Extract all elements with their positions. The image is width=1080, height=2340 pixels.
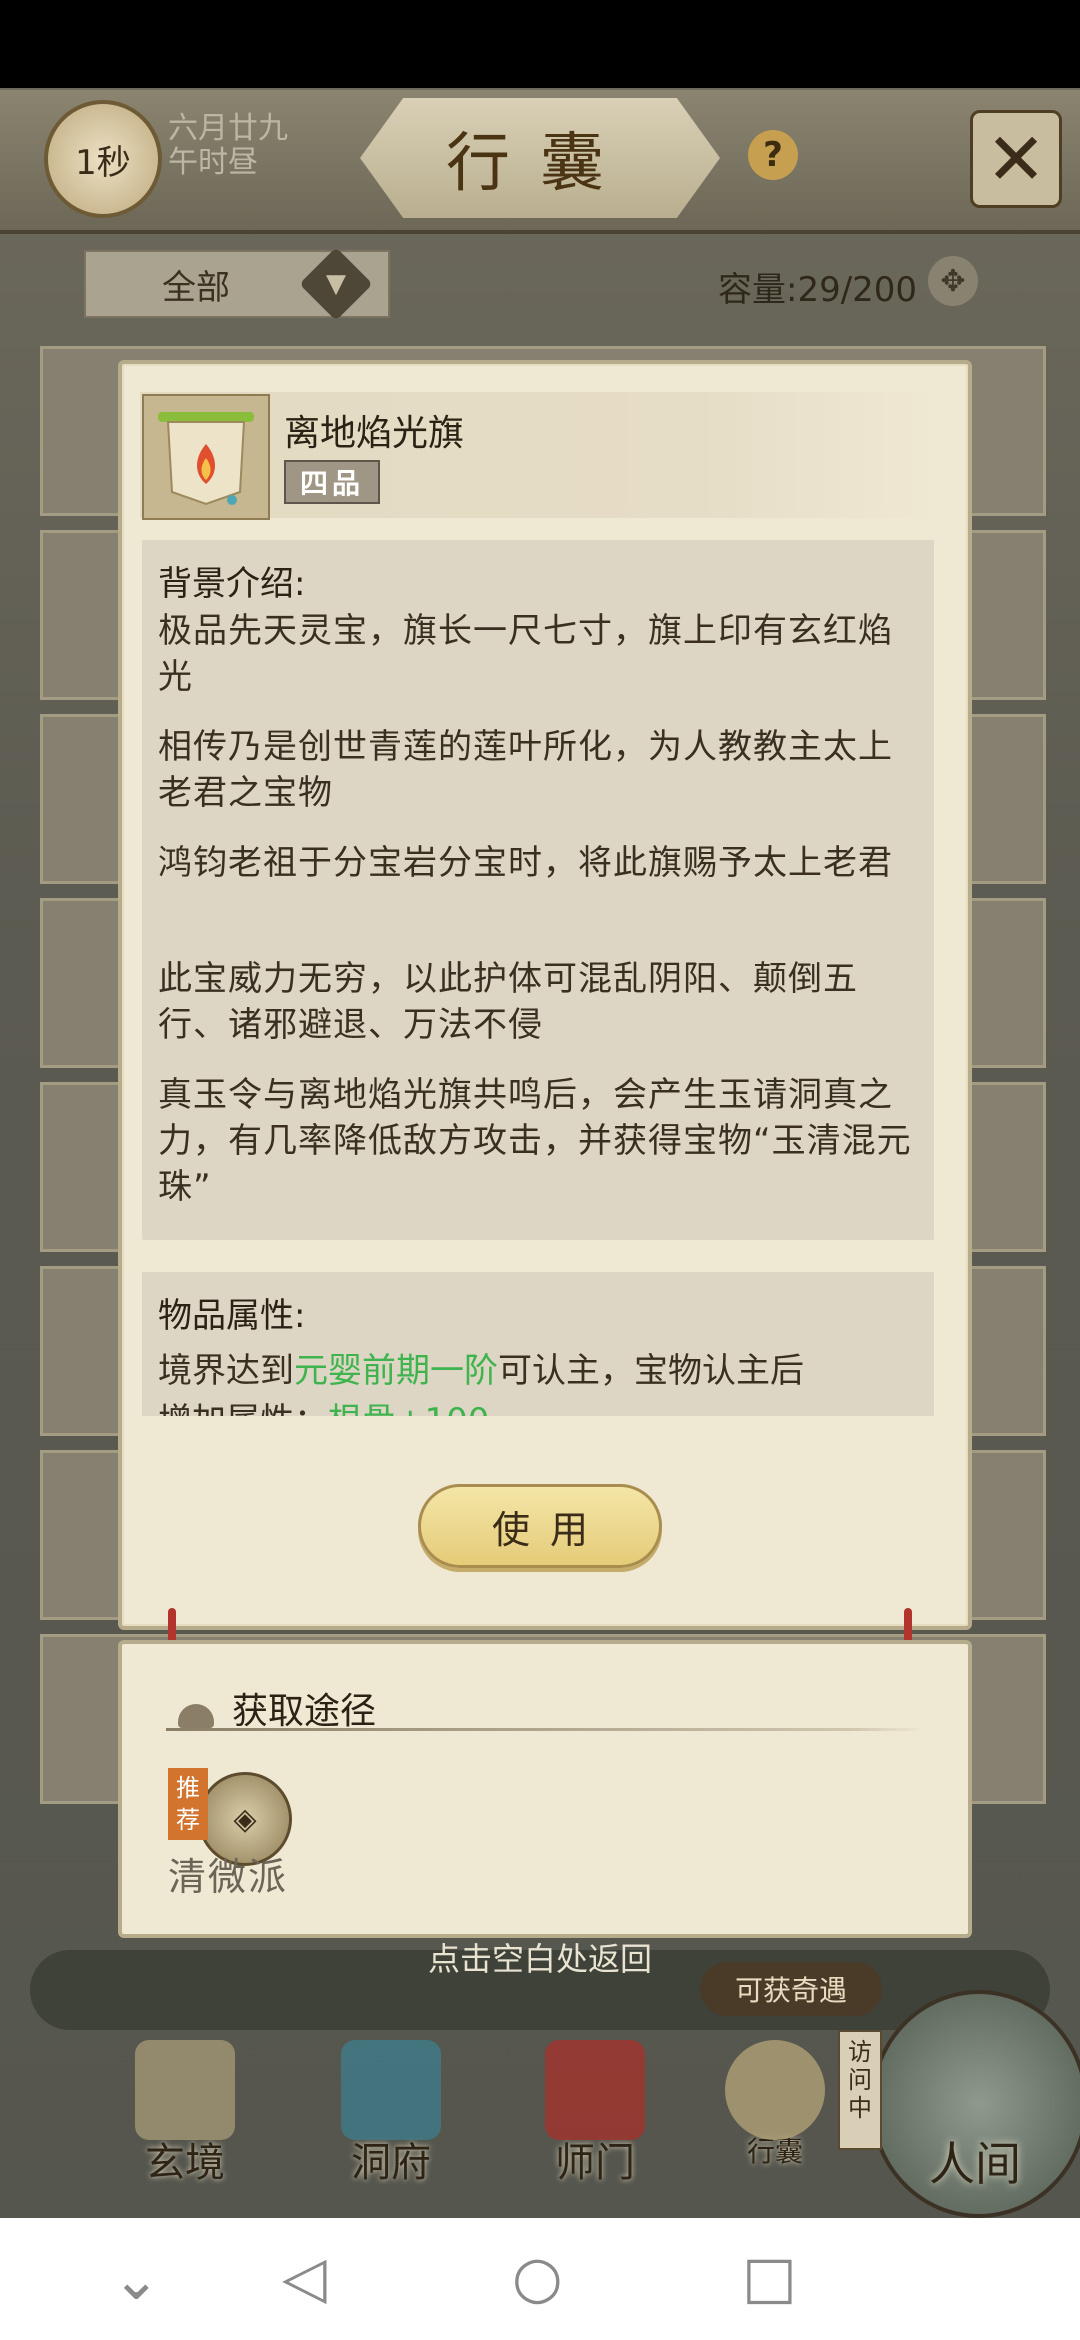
source-divider [166,1728,926,1731]
visiting-tag: 访问中 [838,2030,882,2150]
nav-shimen[interactable]: 师门 [520,2040,670,2200]
date-line-2: 午时昼 [168,145,258,180]
pavilion-icon [341,2040,441,2140]
grade-badge: 四品 [284,460,380,504]
attr-bonus: 根骨+100 [328,1401,489,1416]
attributes-title: 物品属性: [158,1296,306,1336]
encounter-badge[interactable]: 可获奇遇 [700,1962,882,2016]
flag-icon [142,394,270,520]
banner-icon [545,2040,645,2140]
expand-icon[interactable]: ✥ [928,256,978,306]
close-button[interactable]: ✕ [970,110,1062,208]
nav-bag[interactable]: 行囊 [700,2040,850,2200]
date-line-1: 六月廿九 [168,111,288,146]
back-icon[interactable]: ◁ [282,2248,327,2306]
recommend-tag: 推荐 [168,1768,208,1840]
description-paragraph: 极品先天灵宝，旗长一尺七寸，旗上印有玄红焰光 [158,611,893,697]
flag-icon-graphic [158,412,254,506]
dismiss-hint[interactable]: 点击空白处返回 [0,1934,1080,1980]
help-icon[interactable]: ? [748,130,798,180]
attr-suffix: 可认主，宝物认主后 [498,1351,804,1391]
nav-xuanjing[interactable]: 玄境 [110,2040,260,2200]
realm-requirement: 元婴前期一阶 [294,1351,498,1391]
source-title: 获取途径 [232,1691,377,1732]
world-label: 人间 [929,2137,1021,2191]
description-paragraph: 真玉令与离地焰光旗共鸣后，会产生玉请洞真之力，有几率降低敌方攻击，并获得宝物“玉… [158,1075,912,1207]
recents-icon[interactable]: □ [742,2248,797,2306]
scroll-icon [135,2040,235,2140]
game-date: 六月廿九 午时昼 [168,112,288,180]
use-button[interactable]: 使用 [418,1484,662,1568]
attribute-text: 境界达到元婴前期一阶可认主，宝物认主后 增加属性：根骨+100 [158,1346,918,1416]
description-paragraph: 此宝威力无穷，以此护体可混乱阴阳、颠倒五行、诸邪避退、万法不侵 [158,959,858,1045]
attributes-panel[interactable]: 物品属性: 境界达到元婴前期一阶可认主，宝物认主后 增加属性：根骨+100 [142,1272,934,1416]
attr-prefix: 境界达到 [158,1351,294,1391]
home-icon[interactable]: ○ [512,2248,563,2306]
page-title: 行囊 [360,98,720,218]
nav-dongfu[interactable]: 洞府 [316,2040,466,2200]
description-paragraph: 相传乃是创世青莲的莲叶所化，为人教教主太上老君之宝物 [158,727,893,813]
sect-name[interactable]: 清微派 [168,1846,288,1901]
attr-line2-prefix: 增加属性： [158,1401,328,1416]
description-paragraph: 鸿钧老祖于分宝岩分宝时，将此旗赐予太上老君 [158,843,893,883]
chevron-down-icon[interactable]: ⌄ [112,2250,161,2308]
close-icon: ✕ [985,117,1047,201]
capacity-label: 容量:29/200 [718,270,918,310]
bag-icon [725,2040,825,2140]
item-name: 离地焰光旗 [284,413,465,454]
background-title: 背景介绍: [158,564,306,604]
system-nav-bar: ⌄ ◁ ○ □ [0,2218,1080,2340]
timer-badge: 1秒 [44,100,162,218]
